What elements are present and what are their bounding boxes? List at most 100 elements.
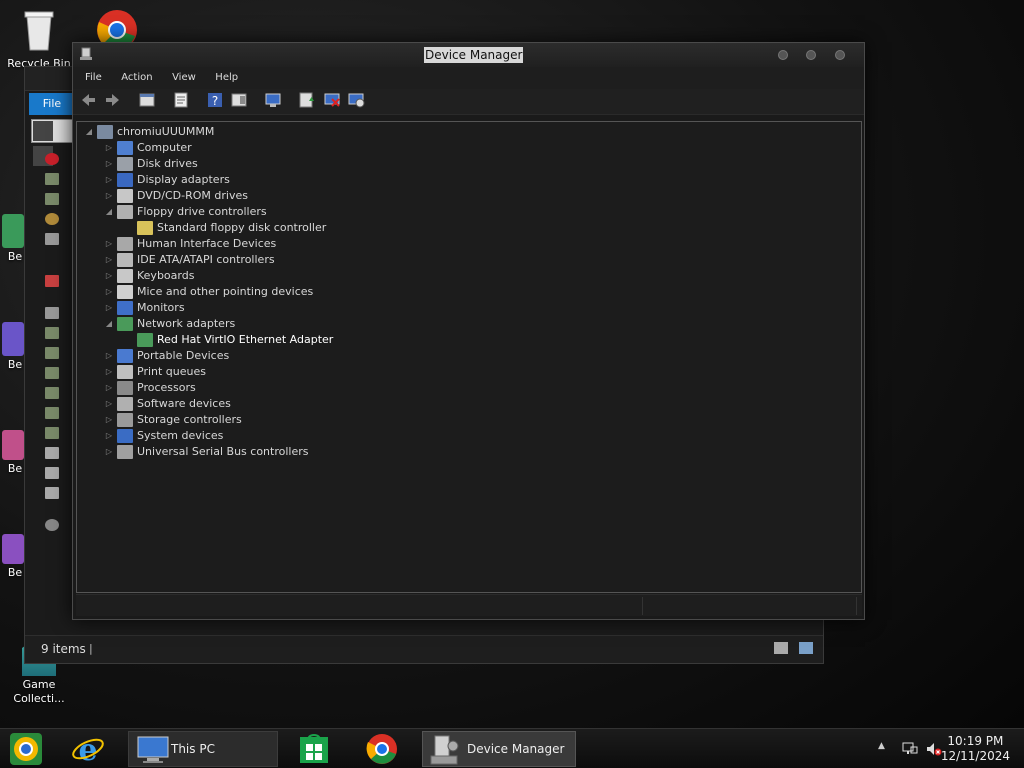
device-item[interactable]: Red Hat VirtIO Ethernet Adapter (135, 332, 333, 348)
forward-arrow-icon[interactable] (104, 91, 122, 109)
back-arrow-icon[interactable] (79, 91, 97, 109)
folder-icon[interactable] (45, 347, 59, 359)
taskbar-internet-explorer[interactable]: e (70, 731, 110, 768)
expand-arrow-icon[interactable]: ▷ (103, 300, 115, 316)
expand-arrow-icon[interactable]: ▷ (103, 348, 115, 364)
explorer-file-tab[interactable]: File (29, 93, 75, 115)
menu-action[interactable]: Action (113, 67, 160, 89)
expand-arrow-icon[interactable]: ▷ (103, 172, 115, 188)
action-pane-icon[interactable] (230, 91, 248, 109)
expand-arrow-icon[interactable]: ▷ (103, 412, 115, 428)
expand-arrow-icon[interactable]: ▷ (103, 252, 115, 268)
expand-arrow-icon[interactable]: ▷ (103, 236, 115, 252)
favorites-icon[interactable] (45, 153, 59, 165)
device-category[interactable]: ▷ Keyboards (103, 268, 194, 284)
back-icon[interactable] (33, 121, 53, 141)
taskbar-chrome-canary[interactable] (8, 731, 48, 767)
folder-icon[interactable] (45, 427, 59, 439)
minimize-button[interactable] (778, 50, 788, 60)
menu-file[interactable]: File (73, 67, 110, 89)
clock[interactable]: 10:19 PM 12/11/2024 (941, 734, 1010, 764)
taskbar-device-manager[interactable]: Device Manager (422, 731, 576, 767)
expand-arrow-icon[interactable]: ▷ (103, 268, 115, 284)
device-category-label: Human Interface Devices (137, 237, 277, 250)
large-icons-view-icon[interactable] (799, 642, 813, 654)
disk-drive-icon (117, 157, 133, 171)
device-category[interactable]: ▷ Mice and other pointing devices (103, 284, 313, 300)
collapse-arrow-icon[interactable]: ◢ (83, 124, 95, 140)
taskbar-chrome[interactable] (364, 731, 404, 767)
maximize-button[interactable] (806, 50, 816, 60)
this-pc-icon (137, 736, 169, 763)
device-manager-window[interactable]: Device Manager File Action View Help ? ◢… (72, 42, 865, 620)
expand-arrow-icon[interactable]: ▷ (103, 364, 115, 380)
expand-arrow-icon[interactable]: ▷ (103, 284, 115, 300)
device-category[interactable]: ◢ Network adapters (103, 316, 235, 332)
device-category[interactable]: ▷ Display adapters (103, 172, 230, 188)
device-category[interactable]: ◢ Floppy drive controllers (103, 204, 267, 220)
drive-icon[interactable] (45, 487, 59, 499)
device-category[interactable]: ▷ Monitors (103, 300, 185, 316)
explorer-nav-buttons[interactable] (31, 119, 75, 166)
show-hide-console-tree-icon[interactable] (138, 91, 156, 109)
scan-hardware-icon[interactable] (264, 91, 282, 109)
device-category[interactable]: ▷ Human Interface Devices (103, 236, 276, 252)
details-view-icon[interactable] (773, 642, 788, 654)
device-item-label: Standard floppy disk controller (157, 221, 327, 234)
drive-icon[interactable] (45, 447, 59, 459)
homegroup-icon[interactable] (45, 275, 59, 287)
tree-root[interactable]: ◢ chromiuUUUMMM (83, 124, 214, 140)
desktop-icon-recycle-bin[interactable]: Recycle Bin (4, 8, 74, 71)
show-hidden-icons-chevron[interactable]: ▲ (878, 741, 885, 751)
device-category[interactable]: ▷ Universal Serial Bus controllers (103, 444, 308, 460)
menu-view[interactable]: View (164, 67, 204, 89)
expand-arrow-icon[interactable]: ▷ (103, 156, 115, 172)
taskbar-item-label: This PC (171, 742, 215, 756)
uninstall-device-icon[interactable] (323, 91, 341, 109)
drive-icon[interactable] (45, 467, 59, 479)
folder-icon[interactable] (45, 173, 59, 185)
taskbar-store[interactable] (296, 731, 336, 767)
device-category[interactable]: ▷ Disk drives (103, 156, 198, 172)
device-category[interactable]: ▷ Portable Devices (103, 348, 229, 364)
expand-arrow-icon[interactable]: ▷ (103, 140, 115, 156)
folder-icon[interactable] (45, 193, 59, 205)
volume-muted-icon[interactable] (926, 742, 942, 756)
folder-icon[interactable] (45, 387, 59, 399)
device-category[interactable]: ▷ Print queues (103, 364, 206, 380)
device-item[interactable]: Standard floppy disk controller (135, 220, 326, 236)
menu-help[interactable]: Help (207, 67, 246, 89)
device-category[interactable]: ▷ Storage controllers (103, 412, 242, 428)
device-category[interactable]: ▷ DVD/CD-ROM drives (103, 188, 248, 204)
device-category[interactable]: ▷ Computer (103, 140, 192, 156)
folder-icon[interactable] (45, 367, 59, 379)
properties-icon[interactable] (172, 91, 190, 109)
device-tree[interactable]: ◢ chromiuUUUMMM ▷ Computer ▷ Disk drives ▷ Dis… (76, 121, 862, 593)
update-driver-icon[interactable] (298, 91, 316, 109)
app-icon (2, 214, 24, 248)
folder-icon[interactable] (45, 407, 59, 419)
close-button[interactable] (835, 50, 845, 60)
collapse-arrow-icon[interactable]: ◢ (103, 316, 115, 332)
device-category[interactable]: ▷ IDE ATA/ATAPI controllers (103, 252, 275, 268)
collapse-arrow-icon[interactable]: ◢ (103, 204, 115, 220)
taskbar-this-pc[interactable]: This PC (128, 731, 278, 767)
desktop-folder-icon[interactable] (45, 233, 59, 245)
device-category[interactable]: ▷ Software devices (103, 396, 231, 412)
expand-arrow-icon[interactable]: ▷ (103, 380, 115, 396)
device-category[interactable]: ▷ System devices (103, 428, 223, 444)
device-category[interactable]: ▷ Processors (103, 380, 196, 396)
device-manager-titlebar[interactable]: Device Manager (73, 43, 864, 67)
folder-icon[interactable] (45, 327, 59, 339)
enable-device-icon[interactable] (347, 91, 365, 109)
help-icon[interactable]: ? (206, 91, 224, 109)
software-device-icon (117, 397, 133, 411)
recent-places-icon[interactable] (45, 213, 59, 225)
expand-arrow-icon[interactable]: ▷ (103, 188, 115, 204)
this-pc-nav-icon[interactable] (45, 307, 59, 319)
expand-arrow-icon[interactable]: ▷ (103, 428, 115, 444)
expand-arrow-icon[interactable]: ▷ (103, 396, 115, 412)
network-nav-icon[interactable] (45, 519, 59, 531)
network-icon[interactable] (902, 742, 918, 756)
expand-arrow-icon[interactable]: ▷ (103, 444, 115, 460)
